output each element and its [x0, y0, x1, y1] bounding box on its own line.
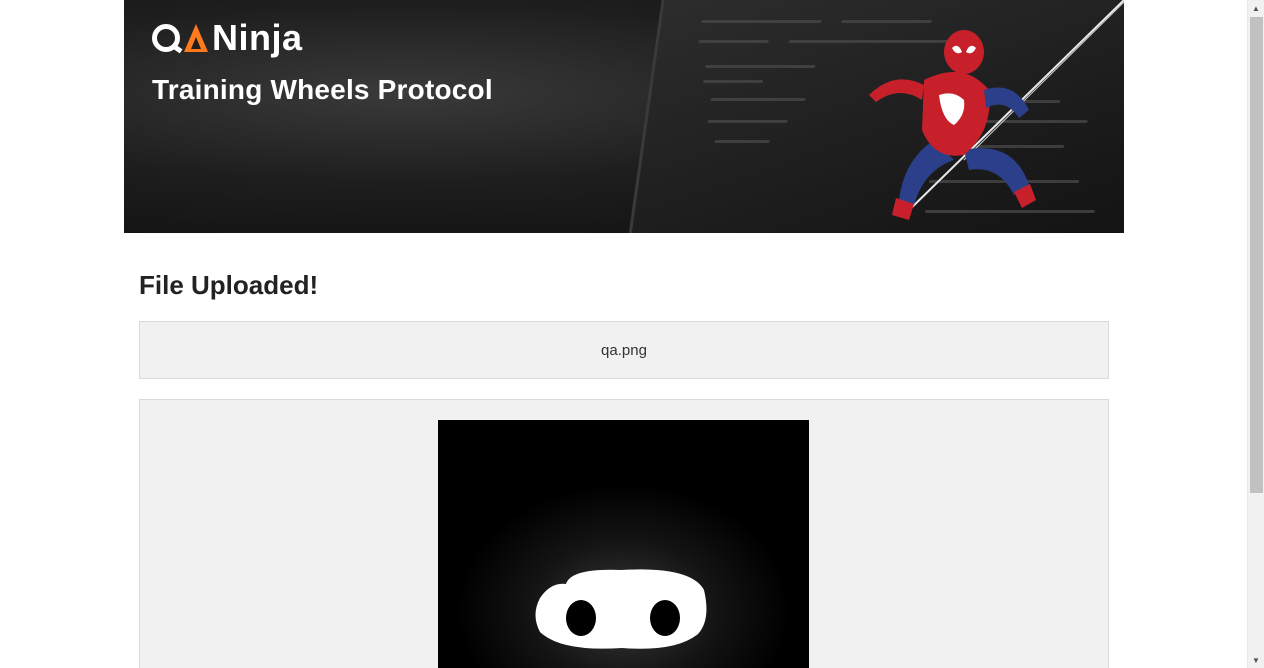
scroll-down-arrow-icon[interactable]: ▼ [1248, 652, 1264, 668]
logo-q-glyph [152, 24, 180, 52]
logo-a-glyph [184, 24, 208, 52]
uploaded-filename-box: qa.png [139, 321, 1109, 379]
qaninja-logo: Ninja [152, 20, 303, 56]
page-viewport: Ninja Training Wheels Protocol File Uplo… [0, 0, 1247, 668]
vertical-scrollbar[interactable]: ▲ ▼ [1247, 0, 1264, 668]
uploaded-image-preview [438, 420, 809, 668]
scrollbar-thumb[interactable] [1250, 17, 1263, 493]
page-title: File Uploaded! [139, 270, 319, 300]
uploaded-filename: qa.png [601, 341, 647, 359]
logo-wordmark: Ninja [212, 17, 303, 58]
page-container: Ninja Training Wheels Protocol File Uplo… [124, 0, 1124, 668]
spider-hero-illustration [869, 0, 1124, 220]
scroll-up-arrow-icon[interactable]: ▲ [1248, 0, 1264, 16]
uploaded-image-preview-box [139, 399, 1109, 668]
banner-subtitle: Training Wheels Protocol [152, 74, 493, 105]
header-banner: Ninja Training Wheels Protocol [124, 0, 1124, 233]
